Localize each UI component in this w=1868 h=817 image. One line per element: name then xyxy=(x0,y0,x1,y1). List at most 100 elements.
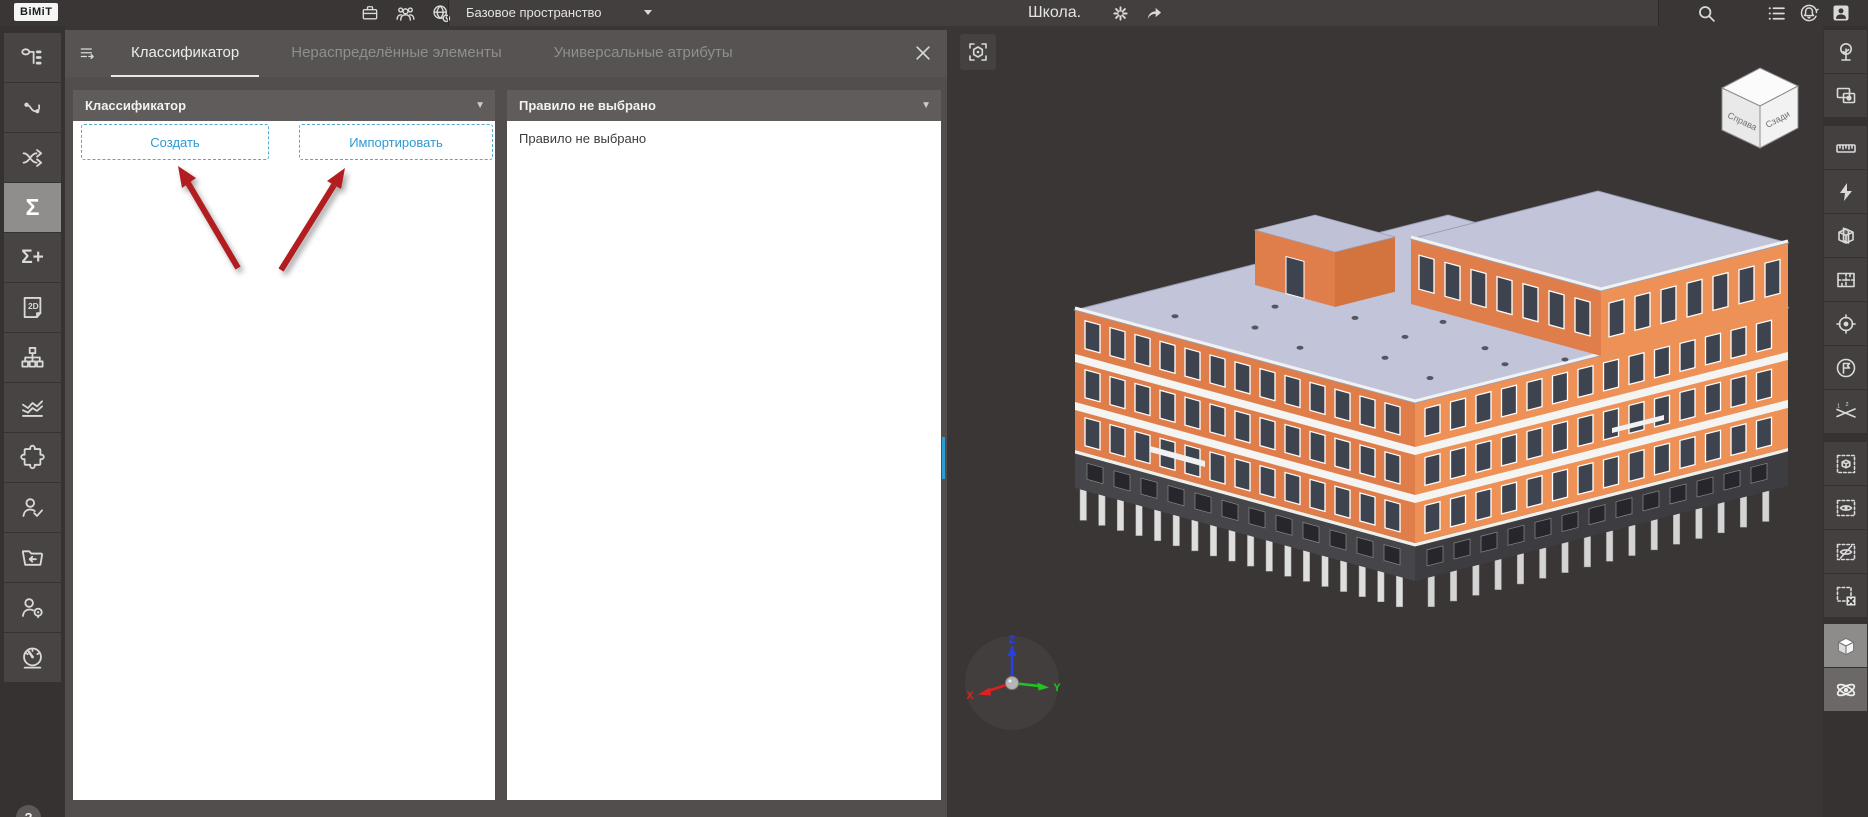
svg-text:2D: 2D xyxy=(28,301,39,311)
panel-close-button[interactable] xyxy=(913,43,933,63)
classifier-column: Классификатор ▼ Создать Импортировать xyxy=(73,90,495,800)
user-pin-icon xyxy=(19,594,46,621)
sidebar-item-model-tree[interactable] xyxy=(4,33,61,82)
svg-text:2: 2 xyxy=(1845,402,1848,408)
measure-lines-icon: 1 2 xyxy=(1834,400,1858,424)
toolbar-environment-button[interactable] xyxy=(1824,30,1867,73)
flag-circle-icon xyxy=(1834,356,1858,380)
import-classifier-button[interactable]: Импортировать xyxy=(299,124,493,160)
shuffle-icon xyxy=(19,144,47,172)
toolbar-3d-mode-button[interactable] xyxy=(1824,624,1867,667)
space-selector-caret[interactable] xyxy=(636,1,660,23)
dashed-eye-icon xyxy=(1834,496,1858,520)
toolbar-orbit-button[interactable] xyxy=(1824,668,1867,711)
sidebar-item-export[interactable] xyxy=(4,533,61,582)
account-button[interactable] xyxy=(1829,2,1853,24)
application-window: BiMiT Базовое пространство Школа. xyxy=(0,0,1868,817)
topbar-separator xyxy=(448,0,449,26)
sidebar-item-mapping[interactable] xyxy=(4,133,61,182)
toolbar-measure-lines-button[interactable]: 1 2 xyxy=(1824,390,1867,433)
building-model[interactable] xyxy=(947,26,1823,817)
tree-icon xyxy=(1834,40,1858,64)
tab-unassigned-elements[interactable]: Нераспределённые элементы xyxy=(271,30,521,77)
puzzle-icon xyxy=(19,444,46,471)
right-toolbar: 1 2 xyxy=(1823,26,1868,817)
list-button[interactable] xyxy=(1764,2,1788,24)
orbit-icon xyxy=(1833,677,1859,703)
dashed-eye-off-icon xyxy=(1834,540,1858,564)
toolbar-flag-button[interactable] xyxy=(1824,346,1867,389)
team-button[interactable] xyxy=(393,2,417,24)
sidebar-item-approvals[interactable] xyxy=(4,483,61,532)
create-classifier-button[interactable]: Создать xyxy=(81,124,269,160)
target-icon xyxy=(1834,312,1858,336)
toolbar-section-box-button[interactable] xyxy=(1824,258,1867,301)
rule-dropdown[interactable]: Правило не выбрано ▼ xyxy=(507,90,941,121)
toolbar-flash-button[interactable] xyxy=(1824,170,1867,213)
left-sidebar: Σ Σ+ 2D xyxy=(0,26,65,817)
toolbar-measure-button[interactable] xyxy=(1824,126,1867,169)
account-icon xyxy=(1831,3,1851,23)
axis-gizmo[interactable]: Z Y X xyxy=(957,631,1067,735)
sigma-icon: Σ xyxy=(26,196,40,219)
panel-scroll-accent[interactable] xyxy=(942,437,945,479)
sidebar-item-user-location[interactable] xyxy=(4,583,61,632)
section-cube-icon xyxy=(1834,224,1858,248)
classifier-dropdown-label: Классификатор xyxy=(85,98,186,113)
close-icon xyxy=(913,43,933,63)
help-button[interactable]: ? xyxy=(16,805,41,817)
rules-column: Правило не выбрано ▼ Правило не выбрано xyxy=(507,90,941,800)
notifications-button[interactable] xyxy=(1797,2,1821,24)
svg-text:1: 1 xyxy=(1837,403,1840,409)
axis-x-label: X xyxy=(966,690,974,702)
toolbar-capture-selection-button[interactable] xyxy=(1824,74,1867,117)
sigma-plus-icon: Σ+ xyxy=(21,248,44,267)
sidebar-item-plugins[interactable] xyxy=(4,433,61,482)
panel-tab-bar: Классификатор Нераспределённые элементы … xyxy=(65,30,947,77)
cube-3d-icon xyxy=(1833,633,1859,659)
sidebar-item-dynamics[interactable] xyxy=(4,383,61,432)
workspace-button[interactable] xyxy=(358,2,382,24)
toolbar-isolate-box-button[interactable] xyxy=(1824,442,1867,485)
toolbar-target-button[interactable] xyxy=(1824,302,1867,345)
viewport-3d[interactable]: Справа Сзади Z Y X xyxy=(947,26,1823,817)
share-button[interactable] xyxy=(1142,2,1166,24)
floorplan-icon xyxy=(1834,268,1858,292)
sidebar-item-dashboard[interactable] xyxy=(4,633,61,682)
sidebar-item-2d-sheets[interactable]: 2D xyxy=(4,283,61,332)
classifier-dropdown[interactable]: Классификатор ▼ xyxy=(73,90,495,121)
sidebar-item-dependencies[interactable] xyxy=(4,83,61,132)
gear-icon xyxy=(1111,4,1130,23)
toolbar-clear-selection-button[interactable] xyxy=(1824,574,1867,617)
search-icon xyxy=(1696,3,1717,24)
capture-selection-icon xyxy=(1834,84,1858,108)
search-button[interactable] xyxy=(1694,2,1718,24)
briefcase-icon xyxy=(360,3,380,23)
sidebar-item-classifier[interactable]: Σ xyxy=(4,183,61,232)
sidebar-item-structure[interactable] xyxy=(4,333,61,382)
rule-dropdown-label: Правило не выбрано xyxy=(519,98,656,113)
ruler-icon xyxy=(1834,136,1858,160)
model-tree-icon xyxy=(19,44,46,71)
navigation-cube[interactable]: Справа Сзади xyxy=(1715,62,1805,154)
org-chart-icon xyxy=(19,344,46,371)
space-selector[interactable]: Базовое пространство xyxy=(466,0,602,26)
tab-classifier[interactable]: Классификатор xyxy=(111,30,259,77)
sheet-2d-icon: 2D xyxy=(19,294,46,321)
panel-menu-button[interactable] xyxy=(71,30,105,77)
folder-export-icon xyxy=(19,544,46,571)
fit-view-button[interactable] xyxy=(960,34,996,70)
project-settings-button[interactable] xyxy=(1108,2,1132,24)
tab-universal-attributes[interactable]: Универсальные атрибуты xyxy=(534,30,753,77)
top-bar: BiMiT Базовое пространство Школа. xyxy=(0,0,1868,26)
toolbar-show-button[interactable] xyxy=(1824,486,1867,529)
sidebar-item-classifier-add[interactable]: Σ+ xyxy=(4,233,61,282)
globe-clock-button[interactable] xyxy=(429,2,453,24)
rule-empty-text: Правило не выбрано xyxy=(507,121,941,156)
toolbar-hide-button[interactable] xyxy=(1824,530,1867,573)
user-check-icon xyxy=(19,494,46,521)
toolbar-section-button[interactable] xyxy=(1824,214,1867,257)
chevron-down-icon: ▼ xyxy=(475,90,485,121)
axis-z-label: Z xyxy=(1009,634,1016,646)
list-icon xyxy=(1766,3,1787,24)
